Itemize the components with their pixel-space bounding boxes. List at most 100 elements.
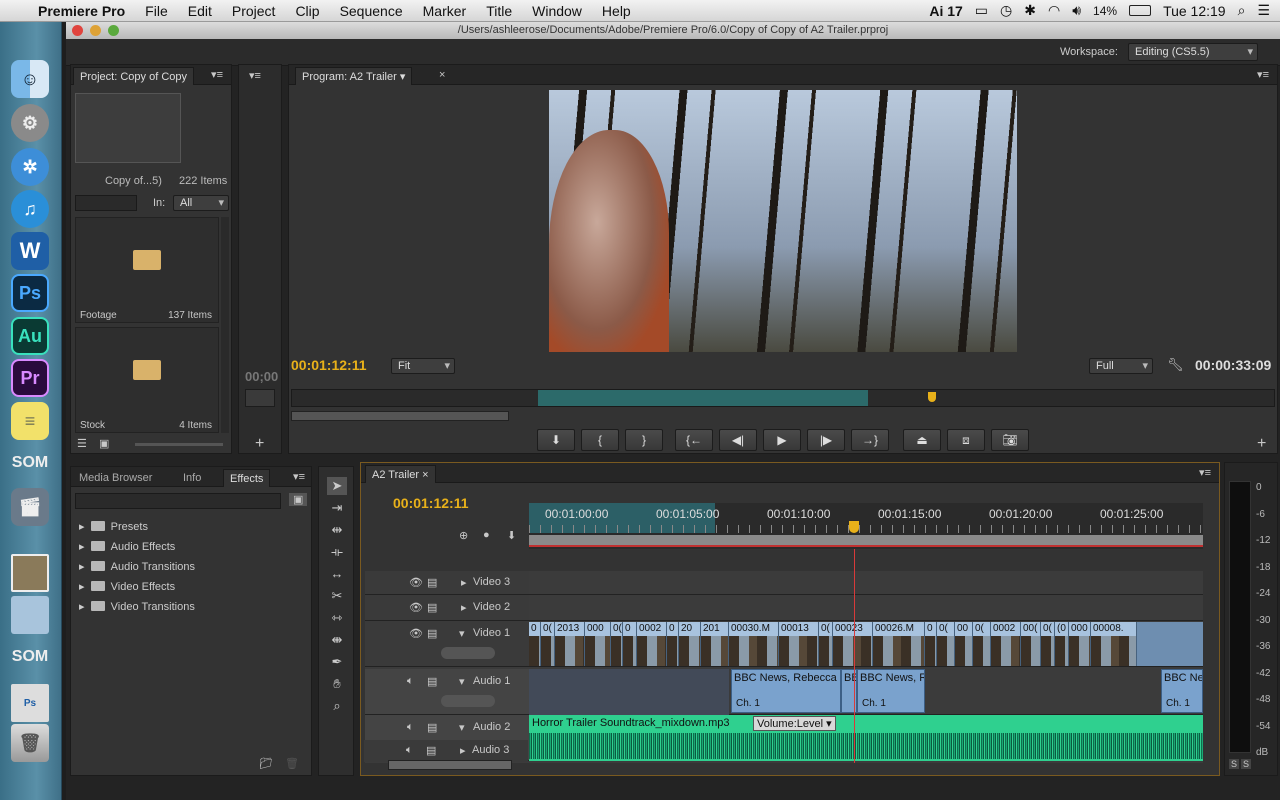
eye-icon[interactable]: 👁︎	[409, 627, 423, 640]
disclosure-triangle-icon[interactable]: ▸	[460, 744, 466, 757]
add-marker-icon[interactable]: ⬇︎	[507, 529, 516, 542]
video-clip[interactable]: 0(	[541, 622, 555, 666]
menu-clip[interactable]: Clip	[285, 3, 329, 19]
track-select-tool-icon[interactable]: ⇥	[327, 499, 347, 517]
som-icon[interactable]: SOM	[11, 444, 49, 482]
video-clip[interactable]: 0	[667, 622, 679, 666]
add-icon[interactable]: +	[255, 435, 264, 453]
audio-clip[interactable]: BBC News, Rebecca Ch. 1	[731, 669, 841, 713]
folder-icon[interactable]	[11, 596, 49, 634]
menu-help[interactable]: Help	[592, 3, 641, 19]
disclosure-triangle-icon[interactable]: ▾	[459, 675, 465, 688]
video-clip[interactable]: 0(	[973, 622, 991, 666]
video-clip[interactable]: 000	[1069, 622, 1091, 666]
playhead-line[interactable]	[854, 549, 855, 763]
itunes-icon[interactable]: ♫	[11, 190, 49, 228]
time-machine-icon[interactable]: ◷	[1000, 2, 1012, 19]
play-button[interactable]: ▶	[763, 429, 801, 451]
video-clip[interactable]: 0(	[1041, 622, 1055, 666]
hand-tool-icon[interactable]: ✋︎	[327, 675, 347, 693]
film-icon[interactable]: ▤	[427, 675, 437, 688]
eye-icon[interactable]: 👁︎	[409, 601, 423, 614]
system-preferences-icon[interactable]: ⚙	[11, 104, 49, 142]
video-clip[interactable]: 0	[623, 622, 637, 666]
clock[interactable]: Tue 12:19	[1163, 3, 1226, 19]
effects-presets[interactable]: ▸ Presets	[79, 517, 148, 537]
adobe-ai-icon[interactable]: Ai 17	[929, 3, 962, 19]
app-menu[interactable]: Premiere Pro	[28, 3, 135, 19]
playhead-marker[interactable]	[928, 392, 936, 402]
word-icon[interactable]: W	[11, 232, 49, 270]
spotlight-icon[interactable]: ⌕	[1238, 2, 1246, 19]
razor-tool-icon[interactable]: ✂	[327, 587, 347, 605]
video-clip[interactable]: 0	[529, 622, 541, 666]
playhead-handle[interactable]	[849, 521, 859, 533]
video-clip[interactable]: 2013	[555, 622, 585, 666]
quality-dropdown[interactable]: Full	[1089, 358, 1153, 374]
photoshop-icon[interactable]: Ps	[11, 274, 49, 312]
video-clip[interactable]: 00008.	[1091, 622, 1137, 666]
program-timecode[interactable]: 00:01:12:11	[291, 357, 367, 373]
volume-icon[interactable]: 🔊︎	[1072, 2, 1081, 19]
tab-media-browser[interactable]: Media Browser	[73, 469, 158, 487]
snap-icon[interactable]: ⊕	[459, 529, 468, 542]
airplay-icon[interactable]: ▭	[975, 2, 988, 19]
project-search-input[interactable]	[75, 195, 137, 211]
go-to-in-button[interactable]: {←	[675, 429, 713, 451]
trash-icon[interactable]: 🗑︎	[11, 724, 49, 762]
close-icon[interactable]: ×	[439, 69, 445, 81]
program-zoom-scrollbar[interactable]	[291, 411, 509, 421]
panel-menu-icon[interactable]: ▾≡	[1199, 466, 1211, 479]
keyframe-nav-pill[interactable]	[441, 695, 495, 707]
work-area-bar[interactable]	[538, 390, 868, 406]
export-frame-button[interactable]: 📷︎	[991, 429, 1029, 451]
new-bin-icon[interactable]: ▣	[289, 493, 308, 506]
keyframe-nav-pill[interactable]	[441, 647, 495, 659]
video-clip[interactable]: 00	[955, 622, 973, 666]
effects-video-transitions[interactable]: ▸ Video Transitions	[79, 597, 195, 617]
effects-audio-transitions[interactable]: ▸ Audio Transitions	[79, 557, 195, 577]
som-icon-2[interactable]: SOM	[11, 638, 49, 676]
video-clip[interactable]: 00(	[1021, 622, 1041, 666]
timeline-scrollbar[interactable]	[388, 760, 512, 770]
menu-project[interactable]: Project	[222, 3, 286, 19]
pen-tool-icon[interactable]: ✒	[327, 653, 347, 671]
photo-thumbnail-icon[interactable]	[11, 554, 49, 592]
disclosure-triangle-icon[interactable]: ▸	[461, 576, 467, 589]
notifications-icon[interactable]: ☰	[1257, 2, 1270, 19]
disclosure-triangle-icon[interactable]: ▾	[459, 721, 465, 734]
solo-button[interactable]: S	[1241, 759, 1252, 769]
video-clip[interactable]: 00023	[833, 622, 873, 666]
linked-selection-icon[interactable]: ●	[483, 529, 490, 541]
list-view-icon[interactable]: ☰	[77, 437, 87, 450]
tab-sequence[interactable]: A2 Trailer ×	[365, 465, 436, 483]
speaker-icon[interactable]: 🔈︎	[407, 675, 414, 688]
effects-search-input[interactable]	[75, 493, 281, 509]
panel-menu-icon[interactable]: ▾≡	[1257, 68, 1269, 81]
audition-icon[interactable]: Au	[11, 317, 49, 355]
mark-out-button[interactable]: }	[625, 429, 663, 451]
new-custom-bin-icon[interactable]: 📁︎	[259, 757, 273, 770]
video-clip[interactable]: 0(	[611, 622, 623, 666]
video-clip[interactable]: 0(	[819, 622, 833, 666]
zoom-slider[interactable]	[135, 443, 223, 446]
disclosure-triangle-icon[interactable]: ▾	[459, 627, 465, 640]
in-dropdown[interactable]: All	[173, 195, 229, 211]
program-video-frame[interactable]	[549, 90, 1017, 352]
clapper-icon[interactable]: 🎬︎	[11, 488, 49, 526]
battery-icon[interactable]	[1129, 5, 1152, 16]
video-clip[interactable]: 00030.M	[729, 622, 779, 666]
source-button[interactable]	[245, 389, 275, 407]
tab-effects[interactable]: Effects	[223, 469, 271, 487]
film-icon[interactable]: ▤	[427, 601, 437, 614]
step-back-button[interactable]: ◀|	[719, 429, 757, 451]
soundtrack-clip[interactable]: Horror Trailer Soundtrack_mixdown.mp3 Vo…	[529, 715, 1203, 761]
add-button-icon[interactable]: +	[1257, 435, 1266, 453]
safari-icon[interactable]: ✲	[11, 148, 49, 186]
close-button[interactable]	[72, 25, 83, 36]
work-area-bar[interactable]	[529, 535, 1203, 547]
minimize-button[interactable]	[90, 25, 101, 36]
rate-stretch-tool-icon[interactable]: ↔	[327, 565, 347, 583]
effects-video-effects[interactable]: ▸ Video Effects	[79, 577, 175, 597]
finder-icon[interactable]: ☺	[11, 60, 49, 98]
